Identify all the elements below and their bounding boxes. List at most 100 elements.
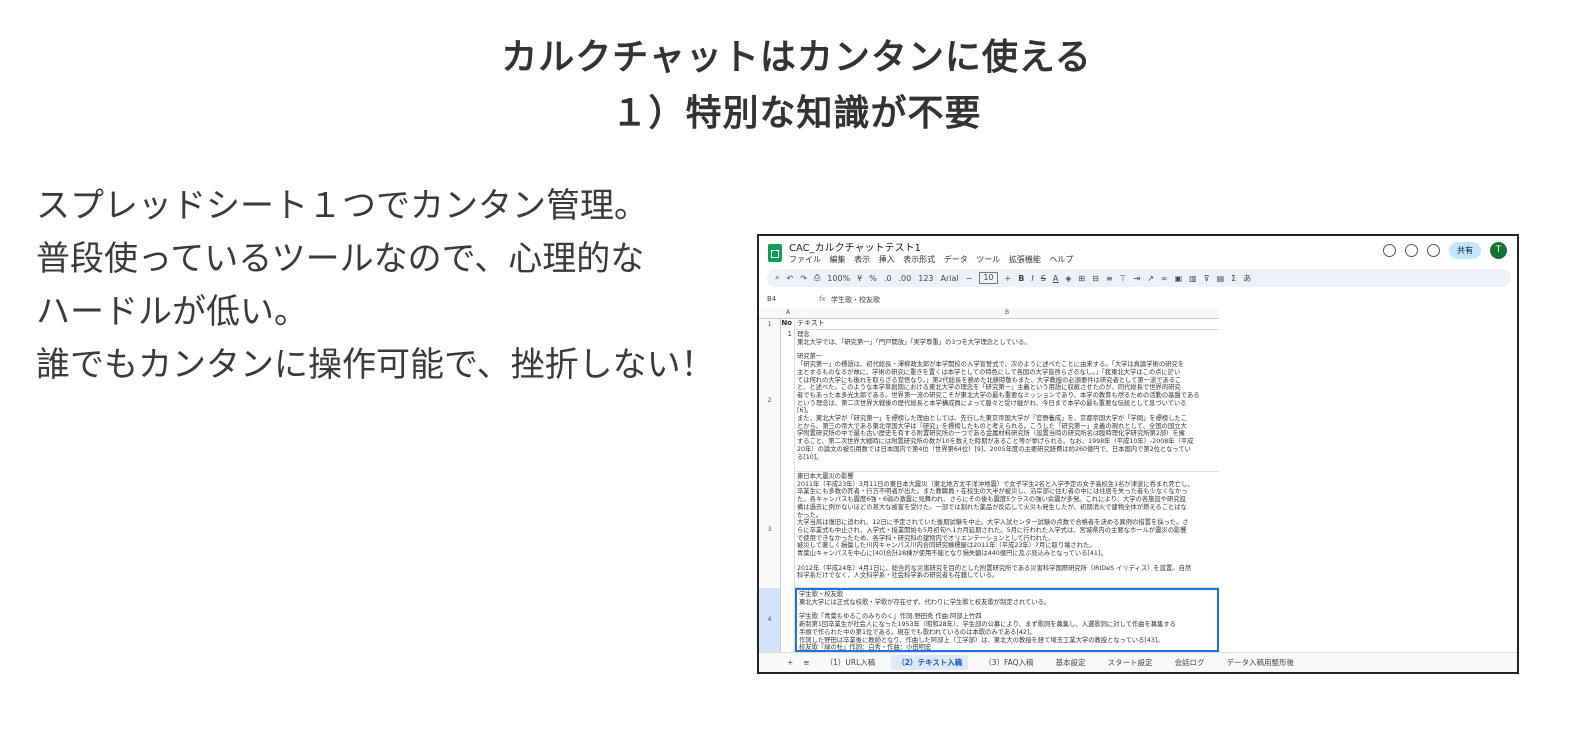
menu-format[interactable]: 表示形式	[903, 255, 935, 264]
text-color-icon[interactable]: A	[1053, 274, 1058, 283]
sheet-tab[interactable]: 基本設定	[1050, 655, 1092, 670]
merge-icon[interactable]: ⊟	[1092, 274, 1099, 283]
cell-b2[interactable]: 理念 東北大学では、「研究第一」「門戸開放」「実学尊重」の3つを大学理念としている…	[795, 330, 1219, 472]
chart-icon[interactable]: ▥	[1189, 274, 1197, 283]
body-line: 普段使っているツールなので、心理的な	[36, 239, 645, 279]
fx-icon: fx	[819, 295, 826, 303]
body-text: スプレッドシート１つでカンタン管理。 普段使っているツールなので、心理的な ハー…	[36, 180, 736, 392]
cell-text-line: 研究第一	[797, 353, 823, 361]
bold-icon[interactable]: B	[1018, 274, 1024, 283]
functions-icon[interactable]: Σ	[1231, 274, 1236, 283]
cell-reference[interactable]: B4	[767, 295, 776, 303]
cell-text-line	[797, 346, 1217, 353]
wrap-icon[interactable]: ⇥	[1134, 274, 1141, 283]
add-sheet-icon[interactable]: +	[787, 658, 793, 667]
cell-a2[interactable]: 1	[781, 330, 795, 472]
menu-edit[interactable]: 編集	[830, 255, 846, 264]
menu-data[interactable]: データ	[944, 255, 968, 264]
cell-text-line: 青葉山キャンパスを中心に[40]合計28棟が使用不能となり損失額は440億円に及…	[797, 550, 1107, 558]
row-header[interactable]: 3	[759, 472, 781, 588]
print-icon[interactable]: ⎙	[814, 273, 820, 283]
sheet-tab[interactable]: 会話ログ	[1169, 655, 1211, 670]
corner-cell[interactable]	[759, 308, 781, 319]
menu-extensions[interactable]: 拡張機能	[1009, 255, 1041, 264]
undo-icon[interactable]: ↶	[786, 274, 793, 283]
valign-icon[interactable]: ⊤	[1120, 274, 1127, 283]
menu-insert[interactable]: 挿入	[879, 255, 895, 264]
font-size-input[interactable]: 10	[979, 272, 998, 284]
header-actions: 共有 T	[1383, 242, 1507, 259]
currency-button[interactable]: ¥	[857, 274, 862, 283]
cell-b1[interactable]: テキスト	[795, 319, 1219, 330]
cell-text-line: 20年）の論文の被引用数では日本国内で第4位（世界第64位）[9]、2005年度…	[797, 445, 1191, 453]
cell-text-line: 東日本大震災の影響	[797, 473, 854, 480]
search-icon[interactable]: ⌕	[775, 273, 779, 283]
column-header-b[interactable]: B	[795, 308, 1219, 319]
cell-text-line: 学生歌『青葉もゆるこのみちのく』作詞:野田秀 作曲:阿部上竹四	[799, 613, 982, 621]
empty-grid-area	[1219, 318, 1517, 646]
column-header-a[interactable]: A	[781, 308, 795, 319]
filter-icon[interactable]: ⊽	[1204, 274, 1210, 283]
menu-view[interactable]: 表示	[854, 255, 870, 264]
cell-text-line: 主とするものなるが故に、学術の研究に重きを置くは本学としての特色にして各国の大学…	[797, 368, 1181, 376]
font-select[interactable]: Arial	[941, 274, 959, 283]
cell-b4[interactable]: 学生歌・校友歌 東北大学には正式な校歌・学歌が存在せず、代わりに学生歌と校友歌が制…	[795, 588, 1219, 652]
comment-icon[interactable]	[1405, 244, 1418, 257]
strikethrough-icon[interactable]: S	[1041, 274, 1046, 283]
redo-icon[interactable]: ↷	[800, 274, 807, 283]
cell-text-line: た。各キャンパスも震度6強・6弱の激震に見舞われ、さらにその後も震度5クラスの強…	[797, 496, 1186, 504]
share-button[interactable]: 共有	[1449, 242, 1481, 259]
cell-b3[interactable]: 東日本大震災の影響 2011年（平成23年）3月11日の東日本大震災（東北地方太平…	[795, 472, 1219, 588]
formula-input[interactable]: 学生歌・校友歌	[831, 295, 880, 305]
all-sheets-icon[interactable]: ≡	[803, 658, 809, 667]
menu-file[interactable]: ファイル	[789, 255, 821, 264]
rotate-icon[interactable]: ↗	[1147, 274, 1154, 283]
borders-icon[interactable]: ⊞	[1078, 274, 1085, 283]
sheet-tab[interactable]: （1）URL入稿	[820, 655, 882, 670]
row-header[interactable]: 4	[759, 588, 781, 652]
comment-add-icon[interactable]: ▣	[1175, 274, 1183, 283]
cell-text-line: 被災して著しく損傷した川内キャンパス川内合同研究棟標屋は2011年（平成23年）…	[797, 542, 1096, 550]
row-header[interactable]: 2	[759, 330, 781, 472]
increase-decimal-button[interactable]: .00	[899, 274, 912, 283]
percent-button[interactable]: %	[869, 274, 877, 283]
font-size-increase-icon[interactable]: +	[1005, 274, 1012, 283]
italic-icon[interactable]: I	[1031, 274, 1033, 283]
sheets-logo-icon[interactable]	[768, 244, 782, 262]
zoom-select[interactable]: 100%	[827, 274, 850, 283]
font-size-decrease-icon[interactable]: −	[966, 274, 973, 283]
align-icon[interactable]: ≡	[1106, 274, 1113, 283]
menu-help[interactable]: ヘルプ	[1049, 255, 1073, 264]
filter-views-icon[interactable]: ▤	[1217, 274, 1225, 283]
body-line: 誰でもカンタンに操作可能で、挫折しない！	[36, 345, 715, 385]
cell-a3[interactable]	[781, 472, 795, 588]
format-button[interactable]: 123	[918, 274, 933, 283]
cell-text-line: 東北大学では、「研究第一」「門戸開放」「実学尊重」の3つを大学理念としている。	[797, 338, 1031, 346]
cell-a4[interactable]	[781, 588, 795, 652]
cell-text-line: 新制第1回卒業生が社会人になった1953年（昭和28年）、学生部の公募により、ま…	[799, 621, 1176, 629]
cell-a1[interactable]: No	[781, 319, 795, 330]
menu-tools[interactable]: ツール	[976, 255, 1000, 264]
cell-text-line: 科学系だけでなく、人文科学系・社会科学系の研究者も在籍している。	[797, 572, 999, 580]
cell-text-line: と、と述べた。このような本学草創期における東北大学の理念を「研究第一」主義という…	[797, 384, 1181, 392]
cell-text-line: 大学当局は復旧に追われ、12日に予定されていた後期試験を中止。大学入試センター試…	[797, 519, 1189, 527]
cell-text-line: また、東北大学が「研究第一」を標榜した理由としては、先行した東京帝国大学が「官僚…	[797, 415, 1188, 423]
fill-color-icon[interactable]: ◈	[1065, 274, 1071, 283]
row-header[interactable]: 1	[759, 319, 781, 330]
history-icon[interactable]	[1383, 244, 1396, 257]
sheet-tab[interactable]: データ入稿用整形後	[1221, 655, 1301, 670]
sheet-tab[interactable]: （2）テキスト入稿	[891, 655, 969, 670]
sheet-tabs-bar: + ≡ （1）URL入稿 （2）テキスト入稿 （3）FAQ入稿 基本設定 スター…	[759, 652, 1517, 672]
cell-text-line: 学生歌・校友歌	[799, 591, 844, 598]
sheet-tab[interactable]: （3）FAQ入稿	[978, 655, 1039, 670]
meet-icon[interactable]	[1427, 244, 1440, 257]
cell-text-line: という理念は、第二次世界大戦後の歴代総長と本学構成員によって脈々と受け継がれ、今…	[797, 399, 1187, 407]
cell-text-line: 東北大学には正式な校歌・学歌が存在せず、代わりに学生歌と校友歌が制定されている。	[799, 598, 1051, 606]
avatar[interactable]: T	[1490, 242, 1507, 259]
decrease-decimal-button[interactable]: .0	[884, 274, 892, 283]
body-line: スプレッドシート１つでカンタン管理。	[36, 186, 648, 226]
sheet-tab[interactable]: スタート設定	[1102, 655, 1159, 670]
link-icon[interactable]: ∞	[1161, 274, 1168, 283]
doc-title[interactable]: CAC_カルクチャットテスト1	[789, 239, 921, 254]
input-tools-icon[interactable]: あ	[1243, 273, 1251, 284]
